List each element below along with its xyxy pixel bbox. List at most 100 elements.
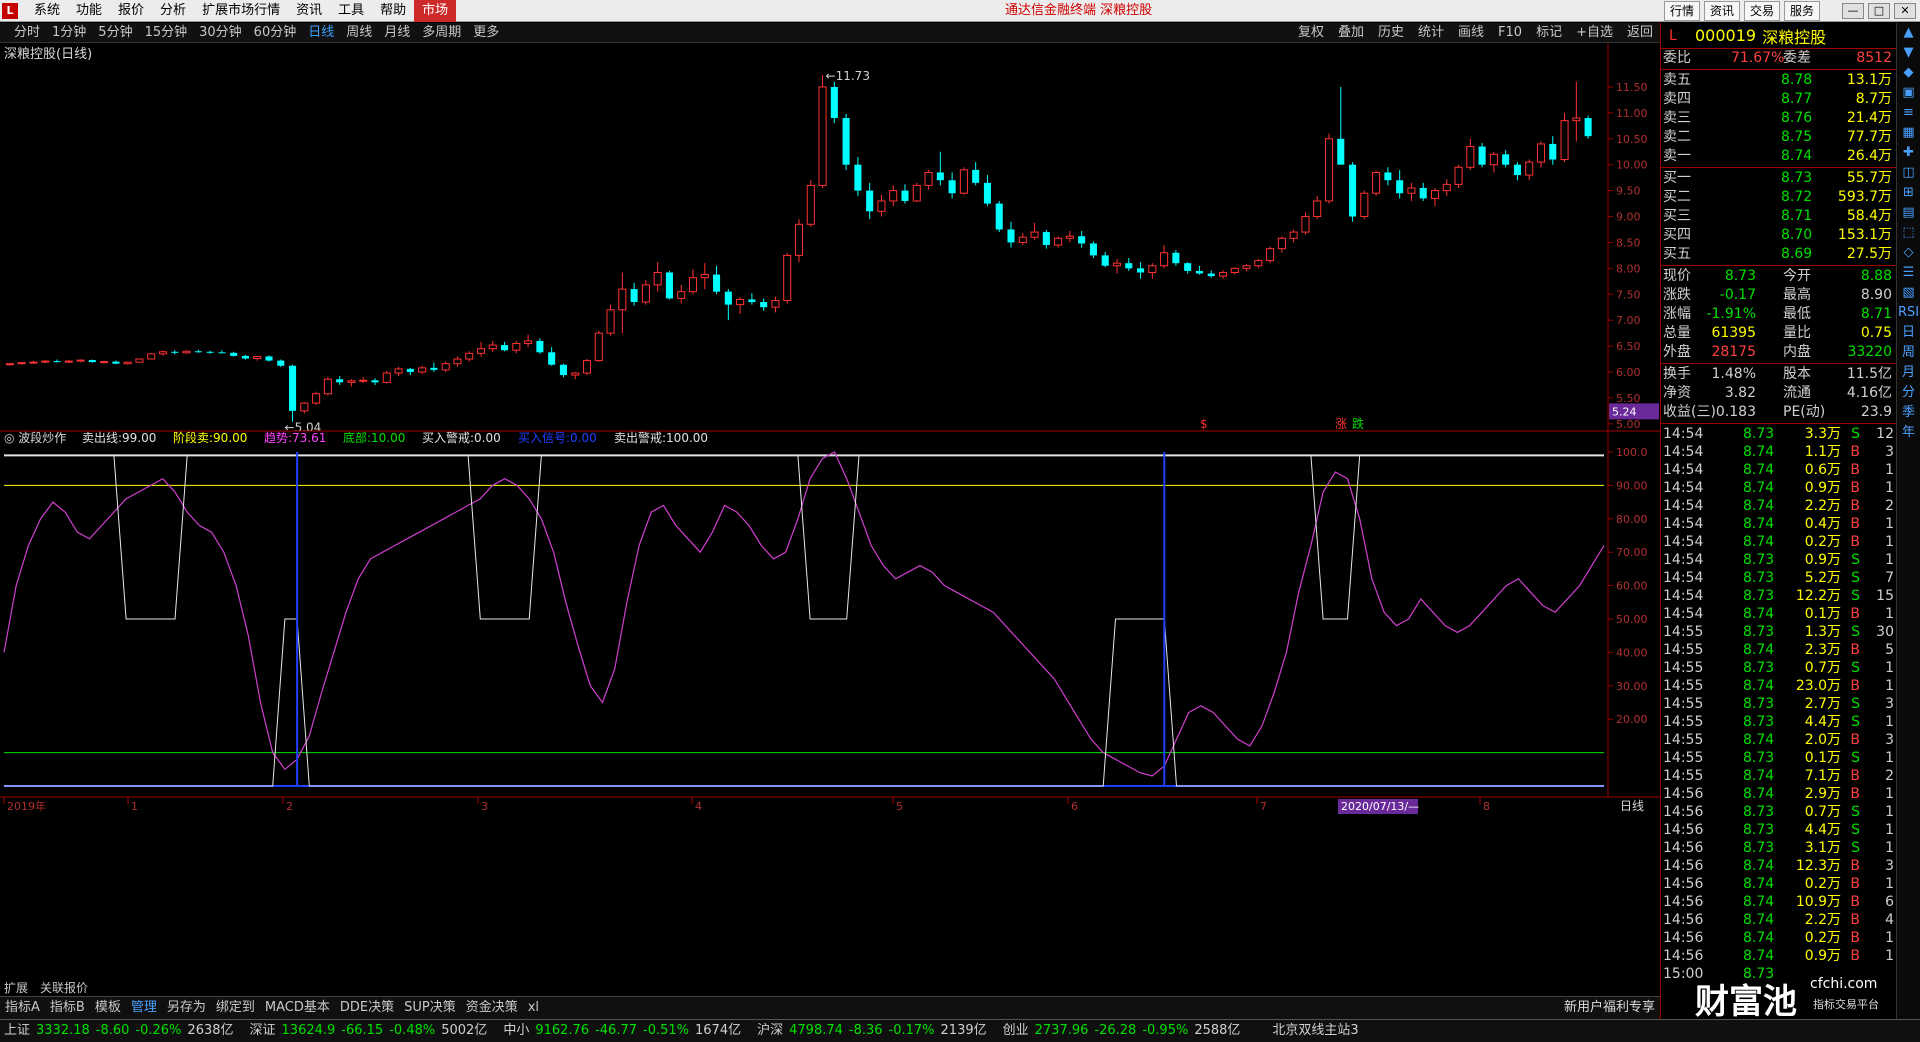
promo-link[interactable]: 新用户福利专享	[1559, 997, 1660, 1019]
tool-icon[interactable]: ≡	[1897, 103, 1920, 123]
tool-icon[interactable]: ▧	[1897, 283, 1920, 303]
stock-name[interactable]: 深粮控股	[1762, 24, 1826, 48]
tool-icon[interactable]: ▲	[1897, 23, 1920, 43]
indicator-tab[interactable]: DDE决策	[335, 997, 399, 1019]
asks-row[interactable]: 卖三 8.76 21.4万	[1661, 109, 1896, 128]
bids-row[interactable]: 买三 8.71 58.4万	[1661, 207, 1896, 226]
sidebar-shortcut[interactable]: 年	[1897, 423, 1920, 443]
chart-tool-button[interactable]: 叠加	[1331, 23, 1371, 43]
tool-icon[interactable]: ⬚	[1897, 223, 1920, 243]
menu-item[interactable]: 报价	[110, 0, 152, 22]
top-button[interactable]: 行情	[1663, 1, 1700, 21]
index-quote[interactable]: 创业 2737.96 -26.28 -0.95% 2588亿	[1003, 1023, 1247, 1038]
indicator-tab[interactable]: xl	[523, 997, 544, 1019]
chart-tool-button[interactable]: +自选	[1569, 23, 1620, 43]
sidebar-shortcut[interactable]: 季	[1897, 403, 1920, 423]
indicator-tab[interactable]: 管理	[126, 997, 162, 1019]
chart-tool-button[interactable]: 历史	[1371, 23, 1411, 43]
period-tab[interactable]: 多周期	[416, 23, 467, 43]
indicator-tab[interactable]: 绑定到	[211, 997, 260, 1019]
top-button[interactable]: 交易	[1743, 1, 1780, 21]
indicator-tab[interactable]: 指标B	[45, 997, 90, 1019]
period-tab[interactable]: 分时	[8, 23, 46, 43]
menu-item[interactable]: 帮助	[372, 0, 414, 22]
menu-item[interactable]: 扩展市场行情	[194, 0, 288, 22]
tick-time: 14:56	[1663, 858, 1704, 874]
index-percent: -0.17%	[888, 1023, 935, 1038]
tool-icon[interactable]: ☰	[1897, 263, 1920, 283]
menu-item[interactable]: 功能	[68, 0, 110, 22]
top-button[interactable]: 服务	[1783, 1, 1820, 21]
period-tab[interactable]: 5分钟	[92, 23, 138, 43]
chart-tool-button[interactable]: 标记	[1529, 23, 1569, 43]
server-name[interactable]: 北京双线主站3	[1272, 1023, 1358, 1038]
stock-code[interactable]: 000019	[1695, 26, 1756, 45]
indicator-tab[interactable]: 资金决策	[461, 997, 523, 1019]
sidebar-shortcut[interactable]: 周	[1897, 343, 1920, 363]
maximize-icon[interactable]: □	[1868, 3, 1890, 19]
sidebar-shortcut[interactable]: RSI	[1897, 303, 1920, 323]
close-icon[interactable]: ✕	[1894, 3, 1916, 19]
period-tab[interactable]: 月线	[378, 23, 416, 43]
chart-tool-button[interactable]: 复权	[1291, 23, 1331, 43]
index-quote[interactable]: 沪深 4798.74 -8.36 -0.17% 2139亿	[757, 1023, 993, 1038]
tool-icon[interactable]: ✚	[1897, 143, 1920, 163]
asks-row[interactable]: 卖二 8.75 77.7万	[1661, 128, 1896, 147]
chart-tool-button[interactable]: 画线	[1451, 23, 1491, 43]
sidebar-shortcut[interactable]: 分	[1897, 383, 1920, 403]
chart-tool-button[interactable]: 返回	[1620, 23, 1660, 43]
sidebar-shortcut[interactable]: 月	[1897, 363, 1920, 383]
tool-icon[interactable]: ▤	[1897, 203, 1920, 223]
index-quote[interactable]: 深证 13624.9 -66.15 -0.48% 5002亿	[250, 1023, 494, 1038]
period-tab[interactable]: 60分钟	[248, 23, 303, 43]
asks-volume: 13.1万	[1846, 72, 1892, 88]
menu-item[interactable]: 资讯	[288, 0, 330, 22]
period-tab[interactable]: 1分钟	[46, 23, 92, 43]
top-button[interactable]: 资讯	[1703, 1, 1740, 21]
bids-row[interactable]: 买五 8.69 27.5万	[1661, 245, 1896, 264]
sidebar-shortcut[interactable]: 日	[1897, 323, 1920, 343]
sub-tab[interactable]: 关联报价	[40, 980, 88, 995]
indicator-tab[interactable]: 指标A	[0, 997, 45, 1019]
indicator-tab[interactable]: MACD基本	[260, 997, 335, 1019]
index-quote[interactable]: 上证 3332.18 -8.60 -0.26% 2638亿	[4, 1023, 240, 1038]
kline-chart[interactable]: 深粮控股(日线) 11.50 11.00 10.50 10.00 9.50 9.00 8.50…	[0, 44, 1660, 996]
minimize-icon[interactable]: —	[1842, 3, 1864, 19]
menu-item[interactable]: 系统	[26, 0, 68, 22]
indicator-tab[interactable]: SUP决策	[399, 997, 461, 1019]
tool-icon[interactable]: ◫	[1897, 163, 1920, 183]
menu-item[interactable]: 工具	[330, 0, 372, 22]
tool-icon[interactable]: ◇	[1897, 243, 1920, 263]
tick-list[interactable]: 14:54 8.73 3.3万 S 12 14:54 8.74 1.1万 B 3 14:54 8.74…	[1661, 425, 1896, 983]
asks-row[interactable]: 卖一 8.74 26.4万	[1661, 147, 1896, 166]
period-tab[interactable]: 30分钟	[193, 23, 248, 43]
period-tab[interactable]: 更多	[467, 23, 505, 43]
indicator-tab[interactable]: 另存为	[162, 997, 211, 1019]
event-marker: 跌	[1352, 416, 1364, 431]
tick-time: 14:54	[1663, 444, 1704, 460]
chart-tool-button[interactable]: 统计	[1411, 23, 1451, 43]
indicator-name[interactable]: ◎ 波段炒作	[4, 430, 66, 445]
bids-label: 买一	[1663, 170, 1691, 186]
tool-icon[interactable]: ◆	[1897, 63, 1920, 83]
tick-price: 8.74	[1743, 498, 1775, 514]
asks-row[interactable]: 卖四 8.77 8.7万	[1661, 90, 1896, 109]
tool-icon[interactable]: ⊞	[1897, 183, 1920, 203]
index-quote[interactable]: 中小 9162.76 -46.77 -0.51% 1674亿	[503, 1023, 747, 1038]
menu-item[interactable]: 市场	[414, 0, 457, 22]
asks-row[interactable]: 卖五 8.78 13.1万	[1661, 71, 1896, 90]
chart-tool-button[interactable]: F10	[1491, 23, 1529, 43]
indicator-tab[interactable]: 模板	[90, 997, 126, 1019]
sub-tab[interactable]: 扩展	[4, 981, 28, 995]
tool-icon[interactable]: ▣	[1897, 83, 1920, 103]
bids-row[interactable]: 买四 8.70 153.1万	[1661, 226, 1896, 245]
menu-item[interactable]: 分析	[152, 0, 194, 22]
bids-row[interactable]: 买二 8.72 593.7万	[1661, 188, 1896, 207]
period-tab[interactable]: 日线	[302, 23, 340, 43]
index-amount: 1674亿	[695, 1023, 742, 1038]
tool-icon[interactable]: ▦	[1897, 123, 1920, 143]
bids-row[interactable]: 买一 8.73 55.7万	[1661, 169, 1896, 188]
period-tab[interactable]: 15分钟	[139, 23, 194, 43]
period-tab[interactable]: 周线	[340, 23, 378, 43]
tool-icon[interactable]: ▼	[1897, 43, 1920, 63]
